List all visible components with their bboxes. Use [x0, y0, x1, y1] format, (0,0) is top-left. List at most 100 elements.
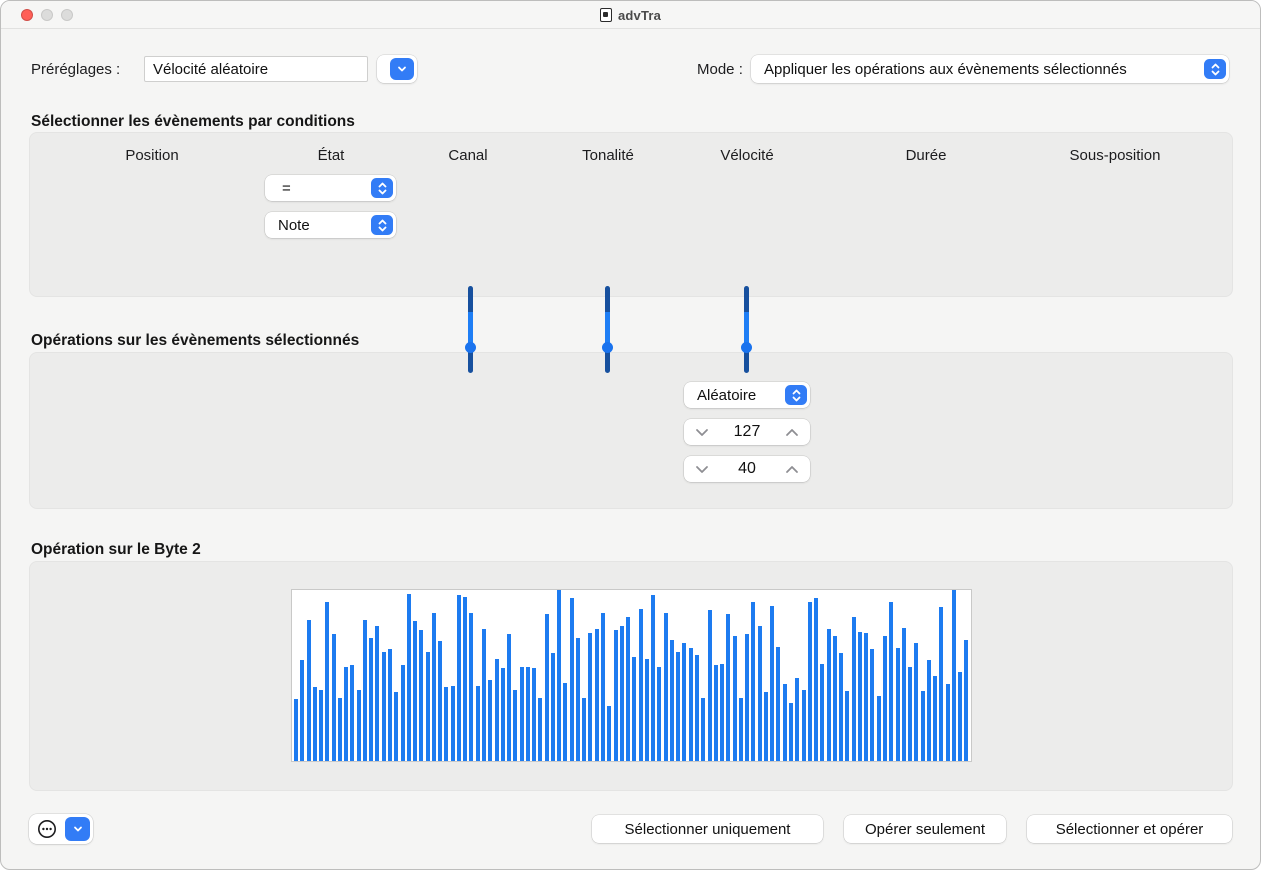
velocity-bar[interactable]: [695, 655, 699, 761]
velocity-bar[interactable]: [783, 684, 787, 761]
velocity-bar[interactable]: [870, 649, 874, 761]
velocity-bar[interactable]: [739, 698, 743, 761]
velocity-bar[interactable]: [538, 698, 542, 761]
velocity-bar[interactable]: [426, 652, 430, 761]
velocity-bar[interactable]: [908, 667, 912, 761]
velocity-bar[interactable]: [413, 621, 417, 761]
velocity-bar[interactable]: [896, 648, 900, 761]
velocity-bar[interactable]: [520, 667, 524, 761]
velocity-bar[interactable]: [294, 699, 298, 761]
velocity-bar[interactable]: [820, 664, 824, 761]
increment-button[interactable]: [784, 456, 800, 482]
slider-tonalite[interactable]: [602, 286, 613, 373]
velocity-bar[interactable]: [946, 684, 950, 761]
velocity-bar[interactable]: [419, 630, 423, 761]
velocity-bar[interactable]: [889, 602, 893, 761]
slider-canal[interactable]: [465, 286, 476, 373]
velocity-bar[interactable]: [469, 613, 473, 761]
velocity-bar[interactable]: [476, 686, 480, 761]
velocity-bar[interactable]: [507, 634, 511, 761]
velocity-bar[interactable]: [595, 629, 599, 761]
velocity-bar[interactable]: [689, 648, 693, 761]
decrement-button[interactable]: [694, 456, 710, 482]
operate-only-button[interactable]: Opérer seulement: [844, 815, 1006, 843]
velocity-bar[interactable]: [902, 628, 906, 761]
velocity-bar[interactable]: [501, 668, 505, 761]
mode-popup[interactable]: Appliquer les opérations aux évènements …: [751, 55, 1229, 83]
velocity-bar[interactable]: [964, 640, 968, 761]
velocity-bar[interactable]: [451, 686, 455, 761]
more-options-control[interactable]: [29, 814, 93, 844]
velocity-bar[interactable]: [720, 664, 724, 761]
velocity-bar[interactable]: [701, 698, 705, 761]
velocity-bar[interactable]: [952, 590, 956, 761]
velocity-bar[interactable]: [927, 660, 931, 761]
slider-velocite[interactable]: [741, 286, 752, 373]
velocity-bar[interactable]: [614, 630, 618, 761]
velocity-bar[interactable]: [588, 633, 592, 761]
velocity-bar[interactable]: [444, 687, 448, 761]
velocity-bar[interactable]: [939, 607, 943, 761]
velocity-operation-popup[interactable]: Aléatoire: [684, 382, 810, 408]
velocity-bar[interactable]: [344, 667, 348, 761]
velocity-bar[interactable]: [382, 652, 386, 761]
velocity-bar[interactable]: [394, 692, 398, 761]
velocity-bar[interactable]: [582, 698, 586, 761]
velocity-bar[interactable]: [438, 641, 442, 761]
velocity-bar[interactable]: [758, 626, 762, 761]
velocity-bar[interactable]: [407, 594, 411, 761]
velocity-bar[interactable]: [764, 692, 768, 761]
velocity-bar[interactable]: [463, 597, 467, 761]
velocity-bar[interactable]: [563, 683, 567, 761]
velocity-bar[interactable]: [639, 609, 643, 761]
velocity-bar[interactable]: [858, 632, 862, 761]
velocity-bar[interactable]: [745, 634, 749, 761]
velocity-bar[interactable]: [808, 602, 812, 761]
velocity-bar[interactable]: [620, 626, 624, 761]
velocity-bar[interactable]: [708, 610, 712, 761]
velocity-bar[interactable]: [551, 653, 555, 761]
velocity-bar[interactable]: [401, 665, 405, 761]
velocity-bar[interactable]: [802, 690, 806, 761]
preset-menu-button[interactable]: [377, 55, 417, 83]
velocity-bar[interactable]: [770, 606, 774, 761]
velocity-bar[interactable]: [357, 690, 361, 761]
velocity-bar[interactable]: [313, 687, 317, 761]
velocity-bar[interactable]: [714, 665, 718, 761]
slider-thumb[interactable]: [602, 342, 613, 353]
velocity-bar[interactable]: [388, 649, 392, 761]
velocity-bar[interactable]: [789, 703, 793, 761]
velocity-bar[interactable]: [839, 653, 843, 761]
velocity-bar[interactable]: [319, 690, 323, 761]
velocity-bar[interactable]: [369, 638, 373, 761]
velocity-bar[interactable]: [657, 667, 661, 761]
velocity-bar[interactable]: [864, 633, 868, 761]
velocity-bar[interactable]: [482, 629, 486, 761]
select-only-button[interactable]: Sélectionner uniquement: [592, 815, 823, 843]
velocity-bar[interactable]: [877, 696, 881, 761]
velocity-bar[interactable]: [607, 706, 611, 761]
velocity-bar[interactable]: [626, 617, 630, 761]
status-operator-popup[interactable]: =: [265, 175, 396, 201]
velocity-bar[interactable]: [645, 659, 649, 761]
velocity-bar[interactable]: [532, 668, 536, 761]
chevron-down-icon[interactable]: [65, 817, 90, 841]
velocity-bar[interactable]: [776, 647, 780, 761]
velocity-bar[interactable]: [933, 676, 937, 761]
velocity-bar[interactable]: [375, 626, 379, 761]
velocity-bar[interactable]: [363, 620, 367, 761]
velocity-bar[interactable]: [833, 636, 837, 761]
velocity-bar[interactable]: [651, 595, 655, 761]
preset-name-field[interactable]: [144, 56, 368, 82]
velocity-bar[interactable]: [664, 613, 668, 761]
velocity-bar[interactable]: [827, 629, 831, 761]
byte2-bars[interactable]: [291, 589, 972, 762]
velocity-bar[interactable]: [325, 602, 329, 761]
velocity-bar[interactable]: [307, 620, 311, 761]
velocity-max-stepper[interactable]: 127: [684, 419, 810, 445]
velocity-bar[interactable]: [726, 614, 730, 761]
velocity-bar[interactable]: [852, 617, 856, 761]
velocity-bar[interactable]: [682, 643, 686, 762]
velocity-bar[interactable]: [432, 613, 436, 761]
velocity-bar[interactable]: [921, 691, 925, 761]
